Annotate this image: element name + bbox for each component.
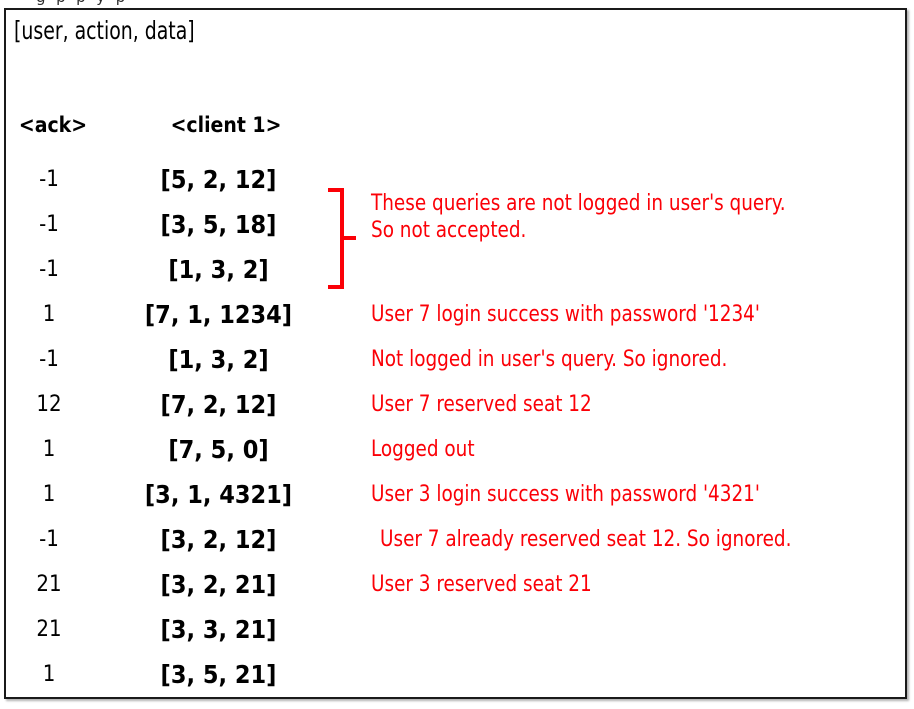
cell-ack: 21 xyxy=(36,617,62,642)
cell-ack: 1 xyxy=(42,662,56,687)
cell-client-message: [3, 2, 12] xyxy=(160,525,277,554)
cell-ack: 1 xyxy=(42,482,56,507)
cell-ack: -1 xyxy=(39,257,59,282)
column-header-ack: <ack> xyxy=(18,113,88,137)
cell-client-message: [3, 2, 21] xyxy=(160,570,277,599)
table-row: 1 [3, 5, 21] xyxy=(6,652,905,697)
cell-ack: -1 xyxy=(39,167,59,192)
cell-annotation: User 7 login success with password '1234… xyxy=(371,302,760,327)
table-row: 1 [3, 1, 4321] User 3 login success with p… xyxy=(6,472,905,517)
message-log-table: [user, action, data] <ack> <client 1> Th… xyxy=(4,8,907,699)
table-row: -1 [1, 3, 2] xyxy=(6,247,905,292)
cell-annotation: User 7 already reserved seat 12. So igno… xyxy=(380,527,792,552)
cell-client-message: [7, 5, 0] xyxy=(168,435,269,464)
table-row: 12 [7, 2, 12] User 7 reserved seat 12 xyxy=(6,382,905,427)
cell-client-message: [7, 1, 1234] xyxy=(144,300,293,329)
cell-ack: 1 xyxy=(42,302,56,327)
cell-ack: 21 xyxy=(36,572,62,597)
column-header-client: <client 1> xyxy=(170,113,282,137)
cell-ack: 12 xyxy=(36,392,62,417)
table-caption: [user, action, data] xyxy=(14,16,195,45)
cell-ack: -1 xyxy=(39,212,59,237)
cell-annotation: Logged out xyxy=(371,437,475,462)
cell-ack: 1 xyxy=(42,437,56,462)
table-row: 21 [3, 3, 21] xyxy=(6,607,905,652)
table-row: -1 [3, 2, 12] User 7 already reserved seat… xyxy=(6,517,905,562)
table-row: 1 [7, 5, 0] Logged out xyxy=(6,427,905,472)
cell-annotation: Not logged in user's query. So ignored. xyxy=(371,347,728,372)
table-row: -1 [5, 2, 12] xyxy=(6,157,905,202)
cell-ack: -1 xyxy=(39,347,59,372)
cell-client-message: [3, 3, 21] xyxy=(160,615,277,644)
table-body: -1 [5, 2, 12] -1 [3, 5, 18] -1 [1, 3, 2] 1 [7, … xyxy=(6,157,905,697)
table-row: -1 [1, 3, 2] Not logged in user's query. S… xyxy=(6,337,905,382)
table-row: -1 [3, 5, 18] xyxy=(6,202,905,247)
cell-client-message: [7, 2, 12] xyxy=(160,390,277,419)
cell-annotation: User 7 reserved seat 12 xyxy=(371,392,592,417)
cell-client-message: [5, 2, 12] xyxy=(160,165,277,194)
table-row: 21 [3, 2, 21] User 3 reserved seat 21 xyxy=(6,562,905,607)
cell-client-message: [3, 1, 4321] xyxy=(144,480,293,509)
cell-client-message: [3, 5, 21] xyxy=(160,660,277,689)
table-row: 1 [7, 1, 1234] User 7 login success with p… xyxy=(6,292,905,337)
cell-client-message: [1, 3, 2] xyxy=(168,345,269,374)
cut-off-top-text: g p p y p xyxy=(36,0,128,6)
cell-client-message: [1, 3, 2] xyxy=(168,255,269,284)
cell-annotation: User 3 reserved seat 21 xyxy=(371,572,592,597)
cell-annotation: User 3 login success with password '4321… xyxy=(371,482,760,507)
cell-ack: -1 xyxy=(39,527,59,552)
cell-client-message: [3, 5, 18] xyxy=(160,210,277,239)
